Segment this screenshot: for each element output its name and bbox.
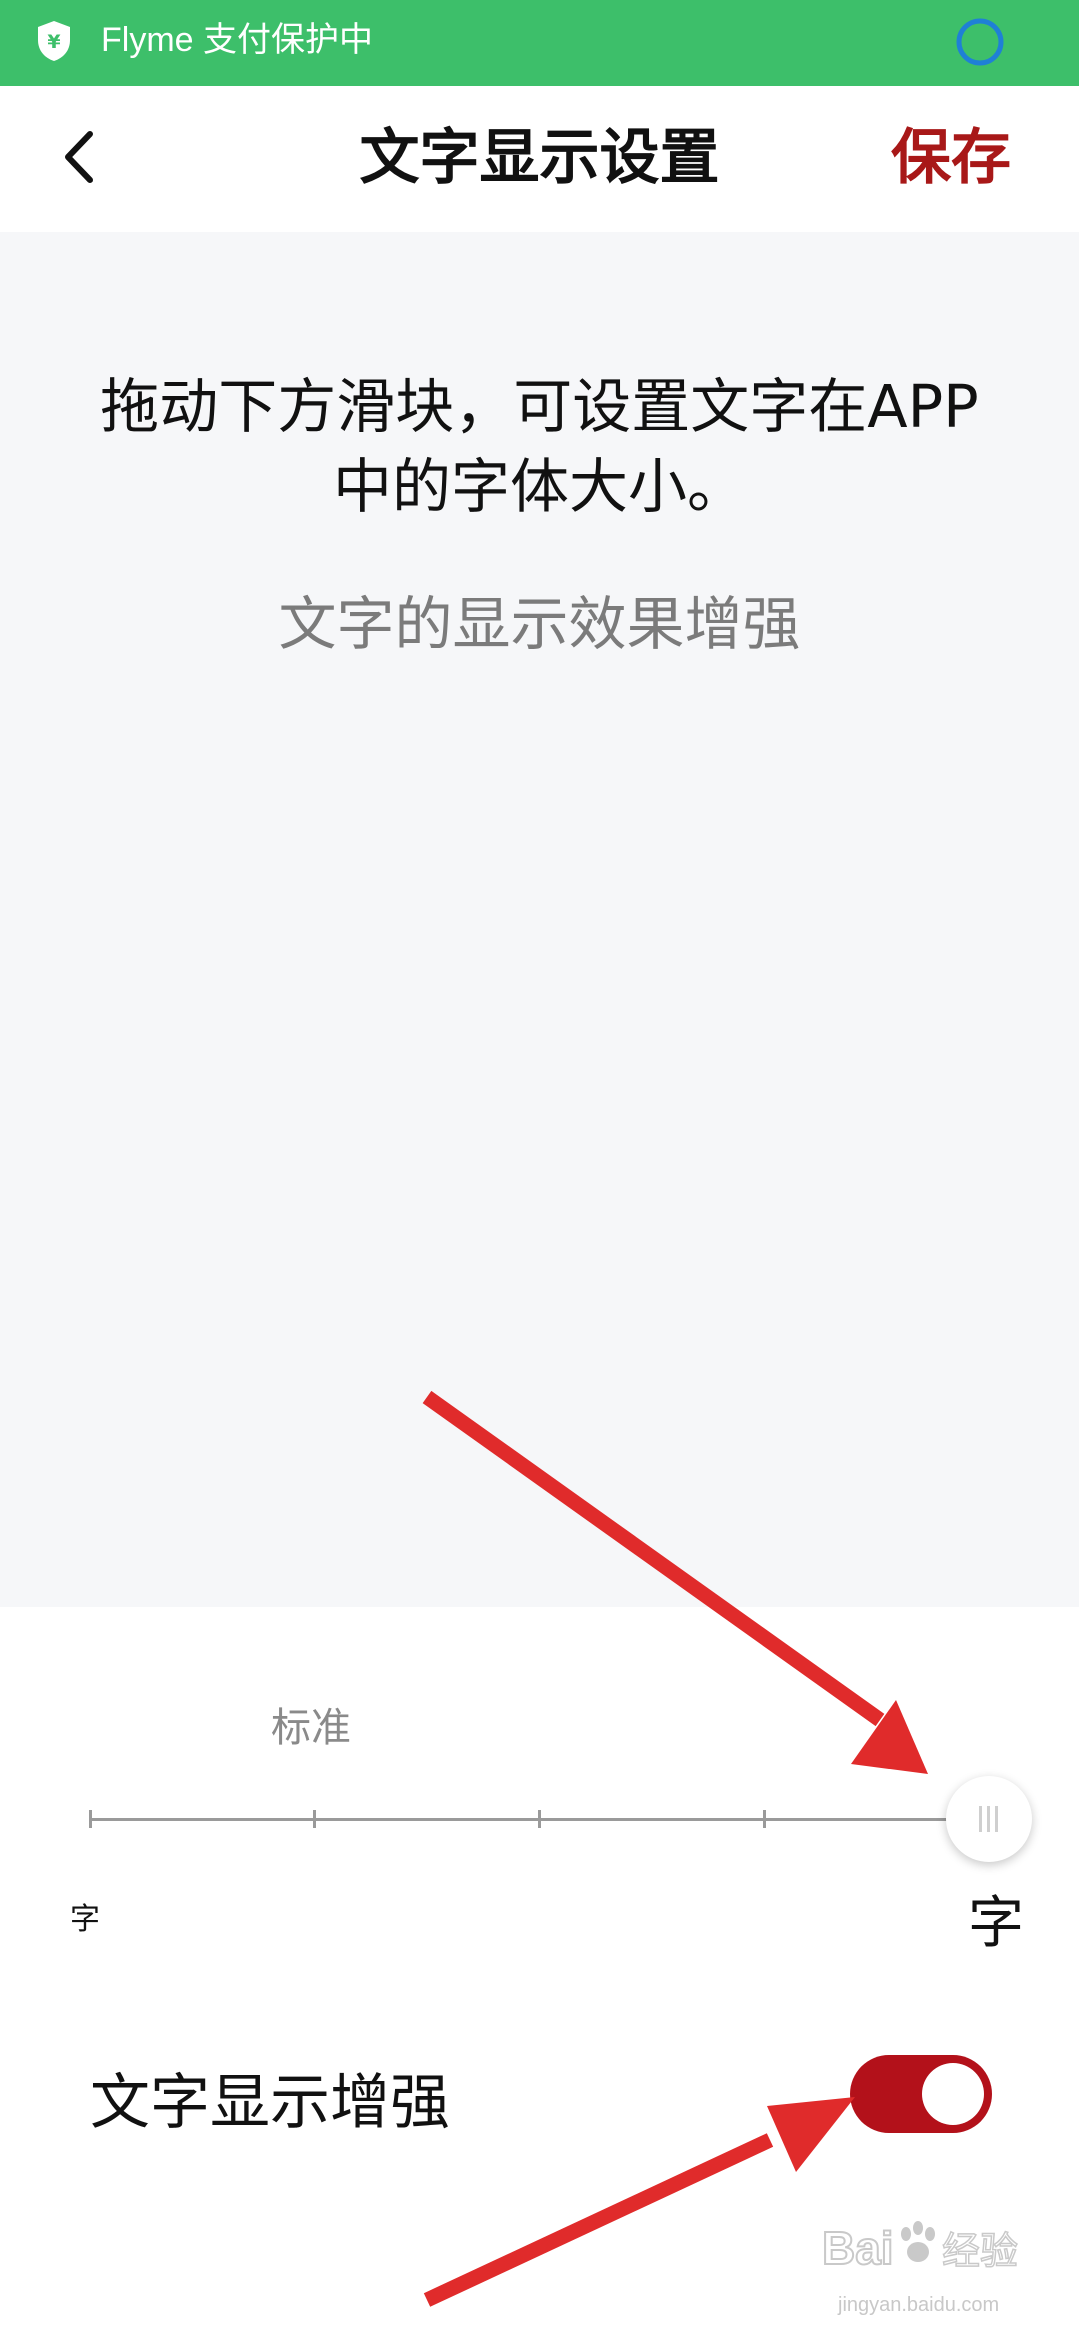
font-size-slider[interactable] (88, 1776, 1033, 1862)
arrow-to-toggle (423, 2097, 855, 2307)
slider-tick-2[interactable] (313, 1810, 316, 1828)
preview-text: 拖动下方滑块，可设置文字在APP中的字体大小。 (100, 372, 979, 521)
large-size-label: 字 (968, 1891, 1024, 1956)
slider-tick-3[interactable] (538, 1810, 541, 1828)
progress-ring-icon (956, 18, 1004, 66)
shield-yen-icon: ¥ (38, 21, 70, 61)
status-text: Flyme 支付保护中 (101, 21, 373, 59)
baidu-jingyan-watermark: Bai 经验 (822, 2221, 1019, 2275)
text-enhance-label: 文字显示增强 (90, 2068, 450, 2138)
nav-bar: 文字显示设置 保存 (0, 86, 1079, 232)
save-button[interactable]: 保存 (891, 108, 1011, 208)
grip-line (987, 1806, 990, 1832)
slider-thumb[interactable] (946, 1776, 1032, 1862)
standard-size-label: 标准 (271, 1705, 351, 1751)
slider-tick-1[interactable] (89, 1810, 92, 1828)
slider-track[interactable] (90, 1818, 1000, 1821)
preview-subtext: 文字的显示效果增强 (278, 590, 801, 658)
svg-text:经验: 经验 (942, 2229, 1018, 2273)
svg-text:¥: ¥ (47, 31, 60, 53)
screen: ¥ Flyme 支付保护中 文字显示设置 保存 拖动下方滑块，可设置文字在APP… (0, 0, 1079, 2331)
font-preview-panel: 拖动下方滑块，可设置文字在APP中的字体大小。 文字的显示效果增强 (0, 232, 1079, 1607)
small-size-label: 字 (70, 1902, 100, 1937)
watermark-caption: jingyan.baidu.com (838, 2294, 1000, 2316)
grip-line (995, 1806, 998, 1832)
grip-line (979, 1806, 982, 1832)
toggle-knob[interactable] (922, 2063, 984, 2125)
text-enhance-toggle[interactable] (850, 2055, 992, 2133)
svg-text:Bai: Bai (822, 2222, 894, 2274)
status-bar: ¥ Flyme 支付保护中 (0, 0, 1079, 86)
slider-tick-4[interactable] (763, 1810, 766, 1828)
